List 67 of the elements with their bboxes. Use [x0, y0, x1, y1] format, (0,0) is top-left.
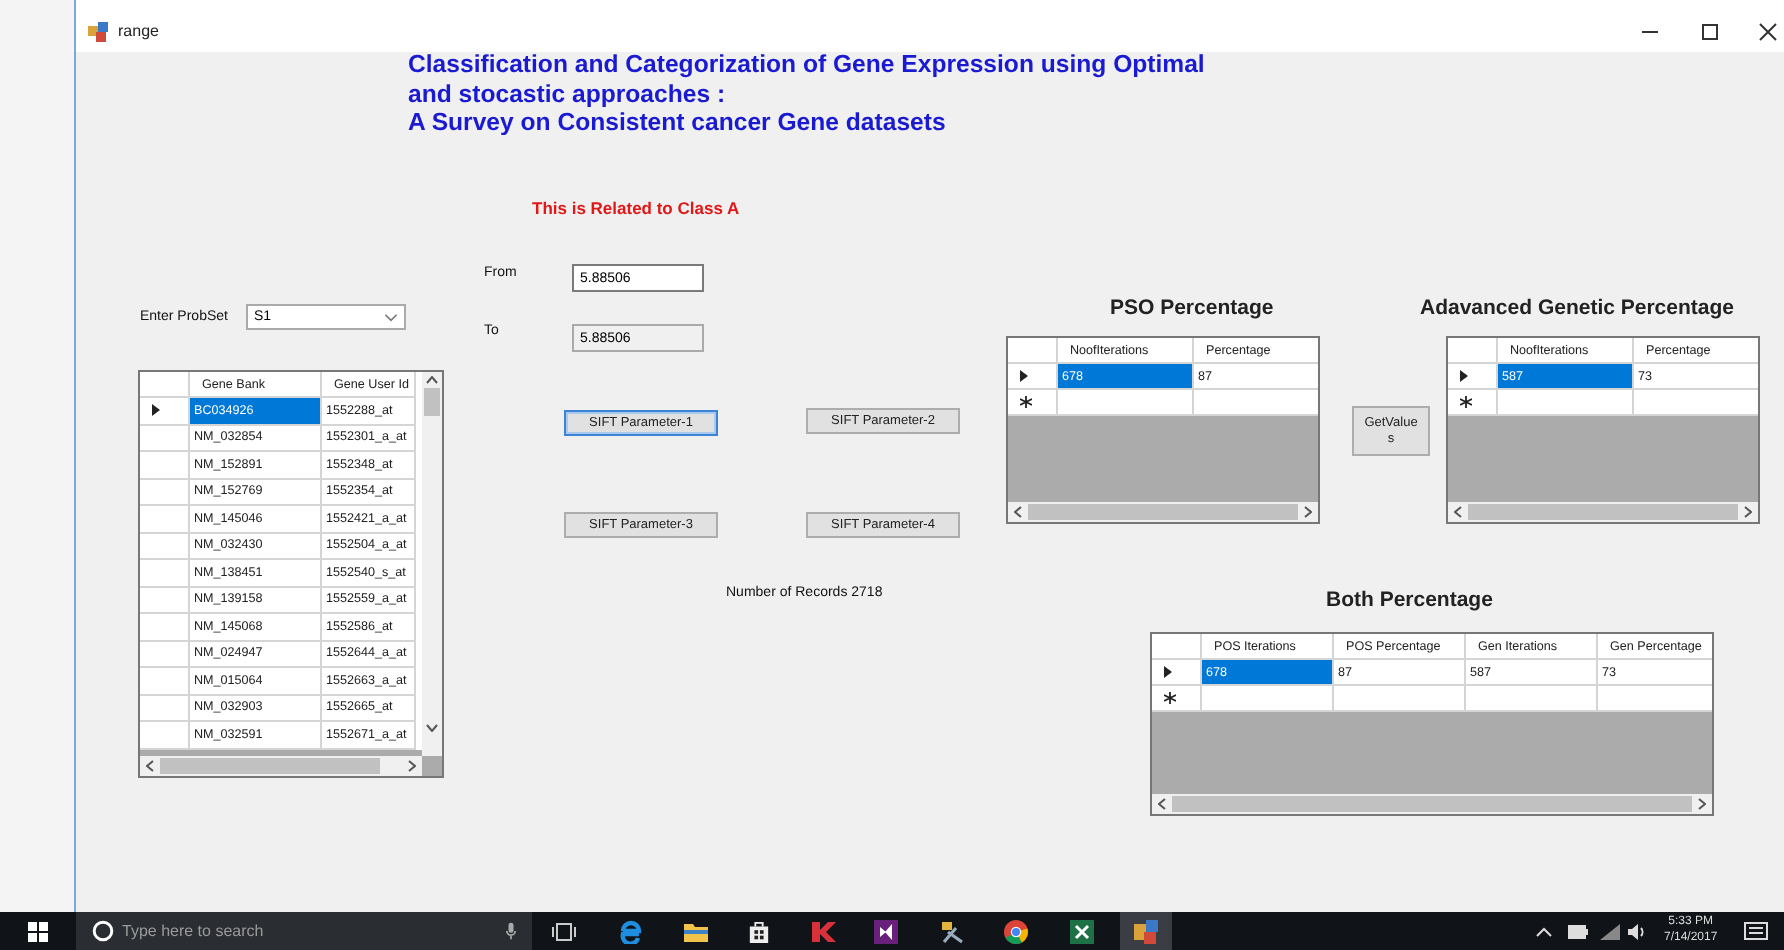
chevron-icon	[384, 313, 398, 321]
shopping-bag-icon[interactable]	[748, 920, 770, 942]
scroll-left-icon[interactable]	[146, 760, 154, 772]
grid-title: Both Percentage	[1326, 588, 1493, 612]
taskbar-app-button[interactable]	[1120, 912, 1172, 950]
close-icon[interactable]	[1758, 22, 1778, 42]
scroll-right-icon[interactable]	[1744, 506, 1752, 518]
tools-icon[interactable]	[940, 919, 964, 943]
battery-icon[interactable]	[1568, 924, 1588, 938]
scrollbar-thumb[interactable]	[160, 758, 380, 774]
row-header	[1448, 338, 1498, 364]
speaker-icon[interactable]	[1628, 923, 1648, 939]
scrollbar-thumb[interactable]	[1028, 504, 1298, 520]
vertical-scrollbar[interactable]	[422, 372, 442, 756]
grid-title: Adavanced Genetic Percentage	[1420, 296, 1734, 320]
horizontal-scrollbar[interactable]	[140, 756, 422, 776]
row-header	[1152, 634, 1202, 660]
scroll-left-icon[interactable]	[1158, 798, 1166, 810]
row-header	[1008, 338, 1058, 364]
row-header[interactable]	[1008, 364, 1058, 390]
data-grid[interactable]	[138, 370, 444, 778]
k-shape-icon[interactable]	[810, 919, 838, 943]
grid-title: PSO Percentage	[1110, 296, 1274, 320]
row-header[interactable]	[140, 398, 190, 425]
table-cell[interactable]	[1202, 686, 1334, 712]
row-header[interactable]	[1448, 364, 1498, 390]
horizontal-scrollbar[interactable]	[1448, 502, 1758, 522]
app-icon	[88, 22, 108, 42]
spreadsheet-icon[interactable]	[1070, 919, 1094, 943]
table-cell[interactable]	[1498, 390, 1634, 416]
search-field[interactable]: Type here to search	[76, 912, 532, 950]
scroll-right-icon[interactable]	[1304, 506, 1312, 518]
visual-studio-icon[interactable]	[874, 919, 898, 943]
app-icon	[1134, 919, 1158, 943]
task-view-icon[interactable]	[552, 921, 576, 941]
microphone-icon[interactable]	[506, 922, 516, 940]
notification-icon[interactable]	[1744, 921, 1768, 941]
scrollbar-thumb[interactable]	[1468, 504, 1738, 520]
chrome-icon[interactable]	[1004, 919, 1028, 943]
scrollbar-thumb[interactable]	[424, 388, 440, 416]
table-cell[interactable]	[1466, 686, 1598, 712]
row-header	[140, 372, 190, 398]
class-note: This is Related to Class A	[532, 198, 740, 218]
horizontal-scrollbar[interactable]	[1008, 502, 1318, 522]
windows-start-icon[interactable]	[28, 921, 48, 941]
scrollbar-thumb[interactable]	[1172, 796, 1692, 812]
network-icon[interactable]	[1600, 923, 1620, 939]
row-header[interactable]	[1448, 390, 1498, 416]
browser-e-icon[interactable]	[618, 919, 642, 943]
row-header[interactable]	[1008, 390, 1058, 416]
scroll-right-icon[interactable]	[408, 760, 416, 772]
row-header[interactable]	[1152, 686, 1202, 712]
window-title: range	[118, 22, 159, 40]
chevron-up-icon[interactable]	[1536, 926, 1552, 936]
row-header[interactable]	[1152, 660, 1202, 686]
scroll-up-icon[interactable]	[426, 376, 438, 384]
folder-icon[interactable]	[684, 921, 708, 941]
maximize-icon[interactable]	[1700, 22, 1720, 42]
table-cell[interactable]	[1058, 390, 1194, 416]
scroll-down-icon[interactable]	[426, 724, 438, 732]
table-cell[interactable]	[1334, 686, 1466, 712]
scroll-left-icon[interactable]	[1014, 506, 1022, 518]
scroll-right-icon[interactable]	[1698, 798, 1706, 810]
heading-text: Classification and Categorization of Gene Expression using Optimal and stocastic approaches : A Survey on Consistent cancer Gene datasets	[408, 50, 1205, 137]
search-icon	[92, 920, 114, 942]
horizontal-scrollbar[interactable]	[1152, 794, 1712, 814]
scroll-left-icon[interactable]	[1454, 506, 1462, 518]
